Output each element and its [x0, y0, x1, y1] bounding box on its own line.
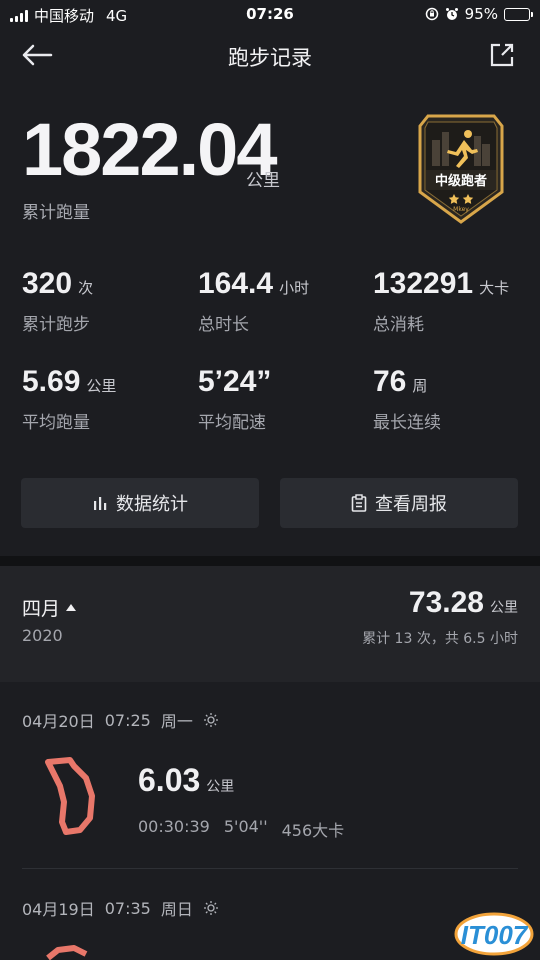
page-title: 跑步记录 — [228, 46, 312, 70]
month-summary-header[interactable]: 四月 2020 73.28 公里 累计 13 次，共 6.5 小时 — [0, 566, 540, 682]
stat-total-time: 164.4 小时 总时长 — [198, 266, 368, 335]
stat-run-count: 320 次 累计跑步 — [22, 266, 192, 335]
stat-value: 5’24” — [198, 365, 272, 398]
watermark-text: IT007 — [461, 920, 529, 950]
stat-label: 总时长 — [198, 315, 249, 335]
run-header: 04月20日 07:25 周一 — [22, 708, 219, 732]
run-time: 07:35 — [104, 898, 151, 918]
route-map-thumbnail — [45, 757, 95, 835]
section-divider — [0, 556, 540, 566]
stat-label: 累计跑步 — [22, 315, 90, 335]
stat-unit: 次 — [78, 279, 94, 297]
weekly-report-button[interactable]: 查看周报 — [280, 478, 518, 528]
nav-bar: 跑步记录 — [0, 28, 540, 82]
run-separator — [22, 868, 518, 869]
stat-value: 76 — [373, 365, 407, 398]
sun-icon — [203, 901, 218, 915]
month-distance-value: 73.28 — [408, 586, 484, 619]
month-selector[interactable]: 四月 — [22, 594, 77, 621]
run-date: 04月19日 — [22, 900, 95, 919]
weekly-report-label: 查看周报 — [375, 494, 447, 515]
run-weekday: 周日 — [160, 900, 193, 919]
month-year: 2020 — [22, 626, 63, 645]
month-distance: 73.28 公里 — [409, 586, 518, 620]
stat-value: 5.69 — [22, 365, 81, 398]
bar-chart-icon — [94, 497, 107, 510]
month-name: 四月 — [22, 598, 61, 620]
stat-value: 320 — [22, 267, 73, 300]
sun-icon — [203, 713, 218, 727]
stat-value: 132291 — [373, 267, 474, 300]
alarm-icon — [445, 8, 458, 20]
data-stats-label: 数据统计 — [116, 494, 188, 515]
data-stats-button[interactable]: 数据统计 — [21, 478, 259, 528]
stat-unit: 大卡 — [479, 279, 510, 297]
stat-total-calories: 132291 大卡 总消耗 — [373, 266, 540, 335]
total-distance-value: 1822.04 — [22, 108, 277, 191]
stat-avg-distance: 5.69 公里 平均跑量 — [22, 364, 192, 433]
run-weekday: 周一 — [160, 712, 193, 731]
run-pace: 5'04'' — [223, 817, 268, 836]
run-distance: 6.03 公里 — [138, 762, 234, 799]
run-header: 04月19日 07:35 周日 — [22, 896, 219, 920]
run-date: 04月20日 — [22, 712, 95, 731]
run-distance-unit: 公里 — [206, 779, 235, 795]
rotation-lock-icon — [425, 7, 438, 21]
run-time: 07:25 — [104, 710, 151, 730]
runner-level-badge[interactable]: 中级跑者 Mkey — [418, 112, 504, 224]
stat-label: 最长连续 — [373, 413, 441, 433]
total-distance-unit: 公里 — [246, 171, 280, 191]
route-map-thumbnail — [46, 945, 88, 960]
total-distance-label: 累计跑量 — [22, 203, 90, 223]
share-icon[interactable] — [488, 41, 516, 69]
caret-up-icon — [66, 604, 77, 611]
badge-sub: Mkey — [453, 206, 469, 213]
clipboard-icon — [351, 494, 367, 512]
battery-icon — [504, 7, 533, 21]
run-calories: 456大卡 — [281, 821, 345, 840]
stat-label: 平均跑量 — [22, 413, 90, 433]
stat-avg-pace: 5’24” 平均配速 — [198, 364, 368, 433]
run-duration: 00:30:39 — [138, 817, 210, 836]
stat-longest-streak: 76 周 最长连续 — [373, 364, 540, 433]
stat-unit: 小时 — [279, 279, 310, 297]
battery-percent: 95% — [464, 5, 498, 23]
badge-title: 中级跑者 — [435, 173, 487, 189]
stat-unit: 公里 — [86, 377, 117, 395]
stat-label: 总消耗 — [373, 315, 424, 335]
stat-unit: 周 — [412, 377, 428, 395]
month-summary-text: 累计 13 次，共 6.5 小时 — [362, 631, 518, 647]
run-meta: 00:30:39 5'04'' 456大卡 — [138, 817, 344, 841]
month-distance-unit: 公里 — [490, 600, 518, 616]
total-distance-block: 1822.04 公里 累计跑量 — [22, 108, 280, 224]
stat-value: 164.4 — [198, 267, 274, 300]
run-distance-value: 6.03 — [138, 762, 201, 798]
status-bar: 中国移动 4G 07:26 95% — [0, 0, 540, 28]
stat-label: 平均配速 — [198, 413, 266, 433]
it007-watermark-logo: IT007 — [454, 912, 534, 956]
